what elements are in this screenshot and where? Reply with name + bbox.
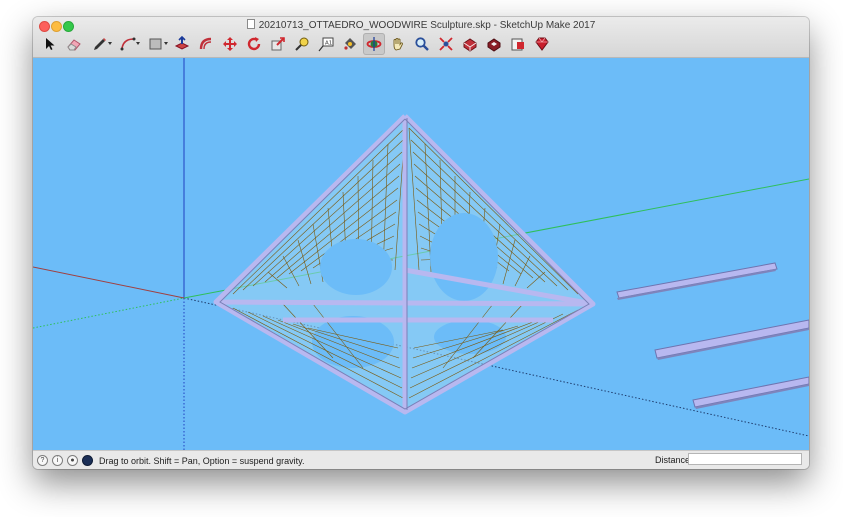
geo-location-icon[interactable]: ? <box>37 455 48 466</box>
rectangle-icon <box>149 38 162 50</box>
arc-icon <box>120 37 136 51</box>
extension-manager-tool[interactable] <box>531 33 553 55</box>
extension-warehouse-icon <box>487 38 501 52</box>
paint-bucket-tool[interactable] <box>339 33 361 55</box>
offset-icon <box>199 37 212 50</box>
loose-sticks[interactable] <box>616 262 809 409</box>
move-tool[interactable] <box>219 33 241 55</box>
paint-bucket-icon <box>344 38 356 50</box>
document-icon <box>246 19 255 29</box>
green-axis-negative <box>33 297 185 329</box>
model-canvas[interactable] <box>33 58 809 450</box>
magnifier-icon <box>415 37 429 51</box>
app-window: 20210713_OTTAEDRO_WOODWIRE Sculpture.skp… <box>33 17 809 469</box>
status-hint: Drag to orbit. Shift = Pan, Option = sus… <box>99 455 305 466</box>
main-toolbar: A1 <box>39 33 555 55</box>
chevron-down-icon[interactable] <box>164 42 168 45</box>
ruby-gem-icon <box>535 37 549 51</box>
shape-tool[interactable] <box>143 33 169 55</box>
send-to-layout-tool[interactable] <box>507 33 529 55</box>
title-bar: 20210713_OTTAEDRO_WOODWIRE Sculpture.skp… <box>33 17 809 58</box>
text-tool[interactable]: A1 <box>315 33 337 55</box>
instructor-icon[interactable]: i <box>52 455 63 466</box>
window-title: 20210713_OTTAEDRO_WOODWIRE Sculpture.skp… <box>33 19 809 31</box>
stick-3[interactable] <box>692 376 809 408</box>
zoom-extents-tool[interactable] <box>435 33 457 55</box>
opening-lower-right <box>434 320 506 354</box>
scale-tool[interactable] <box>267 33 289 55</box>
offset-tool[interactable] <box>195 33 217 55</box>
zoom-extents-icon <box>439 37 453 51</box>
eraser-icon <box>67 39 81 51</box>
arrow-cursor-icon <box>46 38 55 50</box>
push-pull-icon <box>174 36 190 50</box>
status-bar: ? i ● Drag to orbit. Shift = Pan, Option… <box>33 450 809 469</box>
arc-tool[interactable] <box>115 33 141 55</box>
line-tool[interactable] <box>87 33 113 55</box>
model-viewport[interactable] <box>33 58 809 450</box>
hand-icon <box>393 38 403 51</box>
3d-warehouse-icon <box>463 38 477 52</box>
opening-lower-left <box>312 316 394 368</box>
chevron-down-icon[interactable] <box>108 42 112 45</box>
extension-warehouse-tool[interactable] <box>483 33 505 55</box>
chevron-down-icon[interactable] <box>136 42 140 45</box>
pencil-icon <box>94 38 106 50</box>
rotate-tool[interactable] <box>243 33 265 55</box>
stick-1-shadow <box>617 269 776 300</box>
stick-1[interactable] <box>616 262 778 299</box>
opening-upper-right <box>430 213 498 301</box>
zoom-tool[interactable] <box>411 33 433 55</box>
stick-2-shadow <box>657 328 809 360</box>
svg-text:A1: A1 <box>325 41 332 47</box>
orbit-icon <box>366 37 382 51</box>
tape-measure-icon <box>295 37 309 51</box>
rotate-icon <box>247 37 261 51</box>
tape-measure-tool[interactable] <box>291 33 313 55</box>
eraser-tool[interactable] <box>63 33 85 55</box>
scale-icon <box>271 37 285 51</box>
stick-2[interactable] <box>654 319 809 359</box>
text-icon: A1 <box>318 37 334 52</box>
user-icon[interactable]: ● <box>67 455 78 466</box>
opening-upper-left <box>320 239 392 295</box>
warehouse-tool[interactable] <box>459 33 481 55</box>
move-icon <box>223 37 237 51</box>
layout-icon <box>511 38 524 51</box>
select-tool[interactable] <box>39 33 61 55</box>
octahedron-sculpture[interactable] <box>213 114 596 415</box>
orbit-tool[interactable] <box>363 33 385 55</box>
distance-input[interactable] <box>688 453 802 465</box>
push-pull-tool[interactable] <box>171 33 193 55</box>
pan-tool[interactable] <box>387 33 409 55</box>
red-axis <box>33 266 185 299</box>
orbit-status-icon <box>82 455 93 466</box>
distance-label: Distance <box>655 455 691 465</box>
